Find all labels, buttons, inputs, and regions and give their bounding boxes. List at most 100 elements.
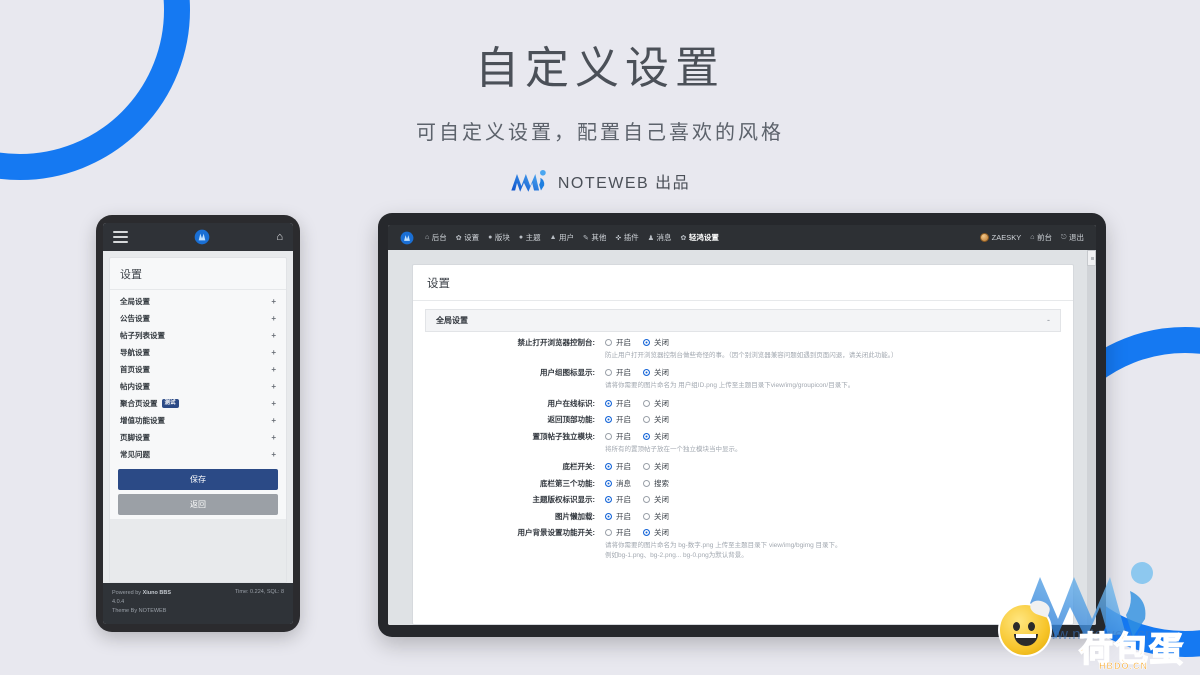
list-item[interactable]: 常见问题 + bbox=[118, 446, 278, 463]
nav-item-7[interactable]: ✜ 插件 bbox=[615, 232, 638, 243]
status-badge: 测试 bbox=[161, 399, 179, 408]
radio-option[interactable]: 开启 bbox=[605, 527, 631, 538]
list-item-label: 公告设置 bbox=[120, 314, 150, 323]
brand-line: NOTEWEB 出品 bbox=[0, 169, 1200, 193]
radio-button[interactable] bbox=[643, 416, 650, 424]
expand-icon[interactable]: + bbox=[271, 433, 276, 442]
radio-button[interactable] bbox=[643, 399, 650, 407]
radio-button[interactable] bbox=[605, 496, 612, 504]
radio-button[interactable] bbox=[643, 338, 650, 346]
radio-option[interactable]: 开启 bbox=[605, 461, 631, 472]
radio-option[interactable]: 关闭 bbox=[643, 398, 669, 409]
nav-item-1[interactable]: ⌂ 后台 bbox=[425, 232, 447, 243]
radio-button[interactable] bbox=[605, 399, 612, 407]
collapse-icon[interactable]: - bbox=[1047, 315, 1050, 325]
list-item[interactable]: 帖子列表设置 + bbox=[118, 327, 278, 344]
nav-right-item-2[interactable]: ⌂ 前台 bbox=[1030, 232, 1052, 243]
radio-option[interactable]: 关闭 bbox=[643, 367, 669, 378]
radio-button[interactable] bbox=[605, 416, 612, 424]
brand-label: NOTEWEB 出品 bbox=[557, 175, 691, 192]
list-item[interactable]: 导航设置 + bbox=[118, 344, 278, 361]
expand-icon[interactable]: + bbox=[271, 416, 276, 425]
radio-group: 开启 关闭 bbox=[605, 493, 1061, 506]
radio-button[interactable] bbox=[605, 338, 612, 346]
phone-topbar: ⌂ bbox=[103, 223, 293, 251]
expand-icon[interactable]: + bbox=[271, 365, 276, 374]
list-item[interactable]: 增值功能设置 + bbox=[118, 412, 278, 429]
radio-label: 关闭 bbox=[654, 528, 669, 538]
expand-icon[interactable]: + bbox=[271, 348, 276, 357]
list-item[interactable]: 帖内设置 + bbox=[118, 378, 278, 395]
expand-icon[interactable]: + bbox=[271, 450, 276, 459]
nav-right-item-3[interactable]: ⎋ 退出 bbox=[1061, 232, 1084, 243]
expand-icon[interactable]: + bbox=[271, 382, 276, 391]
radio-button[interactable] bbox=[643, 479, 650, 487]
list-item[interactable]: 聚合页设置 测试 + bbox=[118, 395, 278, 412]
radio-button[interactable] bbox=[643, 432, 650, 440]
site-logo-icon[interactable] bbox=[400, 231, 414, 245]
list-item[interactable]: 页脚设置 + bbox=[118, 429, 278, 446]
radio-option[interactable]: 关闭 bbox=[643, 414, 669, 425]
expand-icon[interactable]: + bbox=[271, 314, 276, 323]
radio-label: 搜索 bbox=[654, 478, 669, 488]
radio-option[interactable]: 开启 bbox=[605, 414, 631, 425]
setting-help-text: 请将你需要的图片命名为 bg-数字.png 上传至主题目录下 view/img/… bbox=[605, 542, 842, 560]
radio-option[interactable]: 关闭 bbox=[643, 337, 669, 348]
radio-option[interactable]: 关闭 bbox=[643, 511, 669, 522]
navbar-left-items: ⌂ 后台 ✿ 设置 ● 版块 ● 主题 ▲ 用户 ✎ 其他 ✜ 插件 ♟ 消息 ✿ 轻鸿设置 bbox=[400, 231, 719, 245]
nav-item-3[interactable]: ● 版块 bbox=[488, 232, 510, 243]
home-icon[interactable]: ⌂ bbox=[276, 231, 283, 243]
expand-icon[interactable]: + bbox=[271, 399, 276, 408]
radio-option[interactable]: 开启 bbox=[605, 431, 631, 442]
radio-button[interactable] bbox=[605, 512, 612, 520]
back-button[interactable]: 返回 bbox=[118, 494, 278, 515]
nav-item-9[interactable]: ✿ 轻鸿设置 bbox=[681, 232, 719, 243]
hamburger-menu-icon[interactable] bbox=[113, 231, 128, 243]
radio-option[interactable]: 消息 bbox=[605, 478, 631, 489]
list-item-label-group: 全局设置 bbox=[120, 296, 150, 307]
phone-screen: ⌂ 设置 全局设置 + 公告设置 + 帖子列表设置 + 导航设置 + 首页设置 + 帖内设置 + 聚合页… bbox=[103, 223, 293, 624]
radio-button[interactable] bbox=[605, 369, 612, 377]
radio-option[interactable]: 关闭 bbox=[643, 431, 669, 442]
radio-button[interactable] bbox=[605, 463, 612, 471]
radio-button[interactable] bbox=[643, 512, 650, 520]
site-logo-icon[interactable] bbox=[194, 229, 210, 245]
section-header-global-settings[interactable]: 全局设置 - bbox=[425, 309, 1061, 332]
radio-option[interactable]: 开启 bbox=[605, 511, 631, 522]
nav-item-6[interactable]: ✎ 其他 bbox=[583, 232, 606, 243]
radio-option[interactable]: 开启 bbox=[605, 367, 631, 378]
save-button[interactable]: 保存 bbox=[118, 469, 278, 490]
radio-button[interactable] bbox=[643, 463, 650, 471]
nav-item-8[interactable]: ♟ 消息 bbox=[648, 232, 672, 243]
setting-label: 用户组图标显示: bbox=[540, 368, 595, 378]
list-item[interactable]: 公告设置 + bbox=[118, 310, 278, 327]
scrollbar-thumb[interactable] bbox=[1087, 250, 1096, 266]
radio-button[interactable] bbox=[643, 496, 650, 504]
list-item[interactable]: 全局设置 + bbox=[118, 293, 278, 310]
radio-option[interactable]: 开启 bbox=[605, 398, 631, 409]
radio-button[interactable] bbox=[605, 479, 612, 487]
radio-option[interactable]: 开启 bbox=[605, 494, 631, 505]
radio-button[interactable] bbox=[605, 432, 612, 440]
radio-label: 开启 bbox=[616, 431, 631, 441]
user-menu[interactable]: ZAESKY bbox=[980, 233, 1021, 242]
radio-option[interactable]: 关闭 bbox=[643, 527, 669, 538]
nav-item-2[interactable]: ✿ 设置 bbox=[456, 232, 479, 243]
gear-icon: ✿ bbox=[455, 234, 462, 242]
list-item-label-group: 公告设置 bbox=[120, 313, 150, 324]
radio-option[interactable]: 搜索 bbox=[643, 478, 669, 489]
expand-icon[interactable]: + bbox=[271, 297, 276, 306]
radio-label: 开启 bbox=[616, 337, 631, 347]
radio-option[interactable]: 关闭 bbox=[643, 461, 669, 472]
list-item[interactable]: 首页设置 + bbox=[118, 361, 278, 378]
radio-button[interactable] bbox=[605, 529, 612, 537]
radio-button[interactable] bbox=[643, 529, 650, 537]
settings-page-title: 设置 bbox=[427, 278, 450, 290]
nav-item-4[interactable]: ● 主题 bbox=[519, 232, 541, 243]
expand-icon[interactable]: + bbox=[271, 331, 276, 340]
theme-credit: Theme By NOTEWEB bbox=[112, 607, 167, 614]
radio-option[interactable]: 开启 bbox=[605, 337, 631, 348]
nav-item-5[interactable]: ▲ 用户 bbox=[550, 232, 574, 243]
radio-button[interactable] bbox=[643, 369, 650, 377]
radio-option[interactable]: 关闭 bbox=[643, 494, 669, 505]
